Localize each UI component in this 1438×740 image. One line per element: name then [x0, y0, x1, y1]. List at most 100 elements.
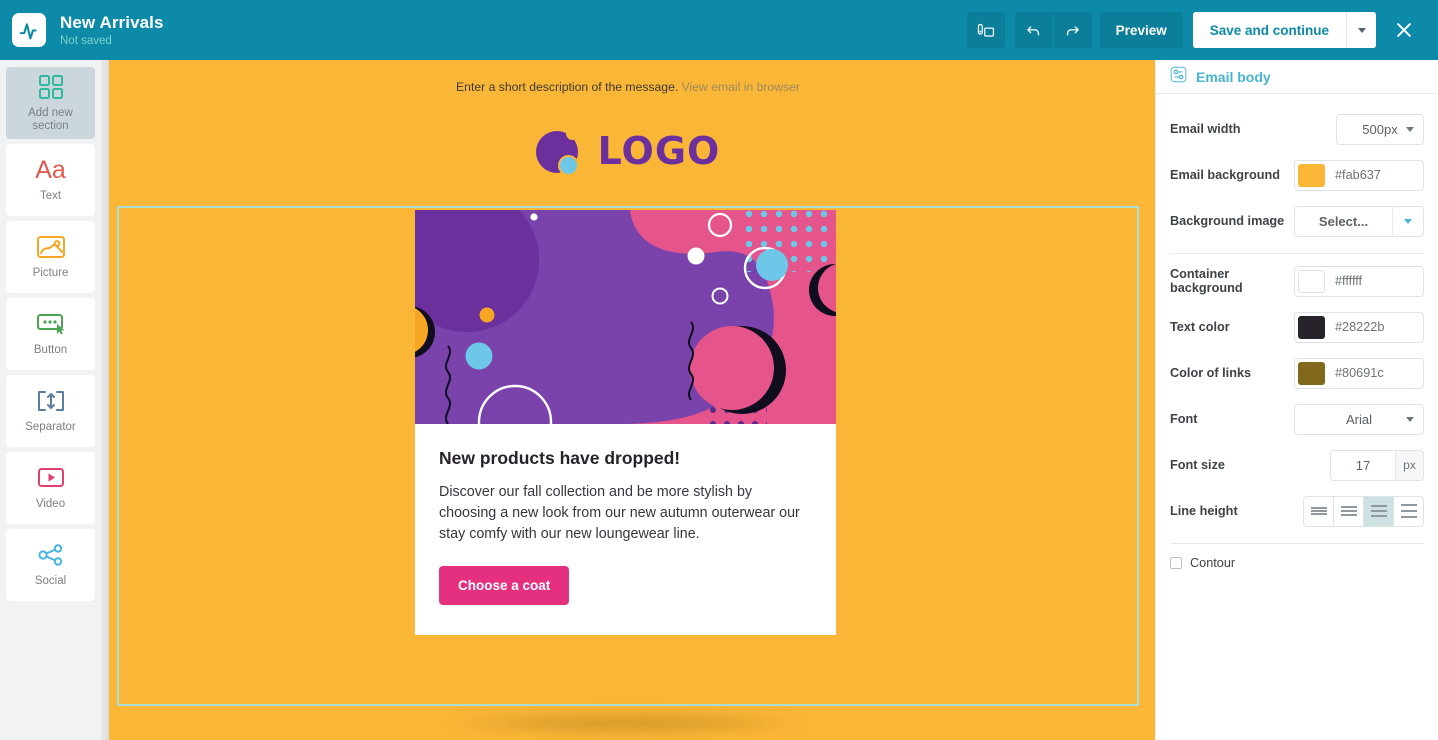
field-line-height: Line height	[1170, 488, 1424, 534]
line-height-option-2[interactable]	[1333, 495, 1364, 527]
email-width-select[interactable]: 500px	[1336, 113, 1424, 145]
email-logo-row[interactable]: LOGO	[101, 126, 1155, 176]
email-content-card[interactable]: New products have dropped! Discover our …	[415, 210, 836, 635]
sidebar-item-button[interactable]: Button	[6, 298, 95, 370]
field-label: Email background	[1170, 168, 1280, 182]
top-toolbar-actions: Preview Save and continue	[966, 10, 1438, 50]
preheader-row[interactable]: Enter a short description of the message…	[101, 60, 1155, 94]
contour-checkbox[interactable]	[1170, 557, 1182, 569]
panel-title: Email body	[1196, 68, 1271, 85]
email-body-panel-icon	[1170, 66, 1187, 88]
font-size-field[interactable]: px	[1330, 449, 1424, 481]
brand-text-block: New Arrivals Not saved	[60, 13, 164, 48]
top-toolbar: New Arrivals Not saved Preview Save and …	[0, 0, 1438, 60]
font-select[interactable]: Arial	[1294, 403, 1424, 435]
sidebar-item-social[interactable]: Social	[6, 529, 95, 601]
field-label: Color of links	[1170, 366, 1252, 380]
chevron-down-icon	[1406, 416, 1414, 422]
panel-divider	[1170, 253, 1424, 254]
field-color-of-links: Color of links #80691c	[1170, 350, 1424, 396]
save-and-continue-button[interactable]: Save and continue	[1192, 12, 1346, 48]
font-value: Arial	[1345, 411, 1372, 427]
email-width-value: 500px	[1362, 121, 1398, 137]
choose-a-coat-button[interactable]: Choose a coat	[439, 566, 570, 605]
app-root: New Arrivals Not saved Preview Save and …	[0, 0, 1438, 740]
panel-divider-2	[1170, 543, 1424, 544]
font-size-unit: px	[1395, 450, 1423, 480]
line-height-option-1[interactable]	[1303, 495, 1334, 527]
image-picture-icon	[36, 234, 66, 260]
abstract-circles-logo-icon	[535, 126, 588, 176]
sidebar-item-label: Separator	[25, 421, 76, 433]
field-container-background: Container background #ffffff	[1170, 258, 1424, 304]
sidebar-item-label: Add new section	[28, 106, 73, 132]
brand-logo[interactable]	[12, 13, 46, 47]
aa-text-icon: Aa	[35, 155, 66, 184]
background-image-dropdown-button[interactable]	[1392, 206, 1423, 236]
link-color-input[interactable]: #80691c	[1294, 357, 1424, 389]
field-font: Font Arial	[1170, 396, 1424, 442]
view-in-browser-link[interactable]: View email in browser	[682, 80, 800, 94]
save-status: Not saved	[60, 34, 112, 47]
button-cursor-icon	[36, 311, 66, 337]
sidebar-item-separator[interactable]: Separator	[6, 375, 95, 447]
redo-button[interactable]	[1053, 12, 1092, 48]
line-height-option-4[interactable]	[1393, 495, 1424, 527]
panel-body: Email width 500px Email background #fab6…	[1156, 94, 1438, 570]
hex-value: #28222b	[1335, 320, 1385, 334]
canvas-scrollbar[interactable]	[101, 60, 109, 740]
close-editor-button[interactable]	[1384, 10, 1424, 50]
field-label: Email width	[1170, 122, 1241, 136]
hex-value: #fab637	[1335, 168, 1381, 182]
undo-button[interactable]	[1014, 12, 1053, 48]
four-squares-grid-icon	[38, 74, 64, 100]
panel-header: Email body	[1156, 60, 1438, 94]
field-label: Font size	[1170, 458, 1225, 472]
design-tool-group	[966, 12, 1005, 48]
brush-and-square-icon	[977, 23, 995, 37]
sidebar-item-label: Button	[33, 344, 68, 356]
card-heading[interactable]: New products have dropped!	[439, 448, 812, 469]
redo-arrow-icon	[1067, 25, 1080, 35]
abstract-shapes-hero-illustration[interactable]	[415, 210, 836, 424]
sidebar-item-video[interactable]: Video	[6, 452, 95, 524]
field-contour[interactable]: Contour	[1170, 556, 1424, 570]
field-label: Font	[1170, 412, 1198, 426]
line-height-option-3[interactable]	[1363, 495, 1394, 527]
field-label: Text color	[1170, 320, 1230, 334]
card-body[interactable]: New products have dropped! Discover our …	[415, 424, 836, 635]
color-swatch[interactable]	[1298, 315, 1325, 339]
design-button[interactable]	[966, 12, 1005, 48]
left-tool-sidebar: Add new section Aa Text Picture Button S…	[0, 60, 101, 740]
sidebar-item-add-new-section[interactable]: Add new section	[6, 67, 95, 139]
field-font-size: Font size px	[1170, 442, 1424, 488]
color-swatch[interactable]	[1298, 269, 1325, 293]
text-color-input[interactable]: #28222b	[1294, 311, 1424, 343]
hex-value: #80691c	[1335, 366, 1384, 380]
line-height-button-group	[1303, 495, 1424, 527]
card-paragraph[interactable]: Discover our fall collection and be more…	[439, 482, 812, 545]
pulse-wave-logo-icon	[19, 22, 37, 39]
field-background-image: Background image Select...	[1170, 198, 1424, 244]
contour-label: Contour	[1190, 556, 1236, 570]
chevron-down-icon	[1404, 218, 1412, 224]
social-share-icon	[37, 542, 65, 568]
email-canvas[interactable]: Enter a short description of the message…	[101, 60, 1155, 740]
sidebar-item-label: Social	[34, 575, 67, 587]
sidebar-item-picture[interactable]: Picture	[6, 221, 95, 293]
background-image-select[interactable]: Select...	[1294, 205, 1424, 237]
save-options-button[interactable]	[1346, 12, 1376, 48]
container-background-color-input[interactable]: #ffffff	[1294, 265, 1424, 297]
chevron-down-icon	[1406, 126, 1414, 132]
color-swatch[interactable]	[1298, 163, 1325, 187]
sidebar-item-label: Picture	[32, 267, 69, 279]
preview-button[interactable]: Preview	[1099, 12, 1183, 48]
color-swatch[interactable]	[1298, 361, 1325, 385]
field-label: Background image	[1170, 214, 1285, 228]
logo-wordmark: LOGO	[597, 129, 721, 173]
separator-arrows-icon	[36, 388, 66, 414]
email-background-color-input[interactable]: #fab637	[1294, 159, 1424, 191]
sidebar-item-text[interactable]: Aa Text	[6, 144, 95, 216]
font-size-input[interactable]	[1331, 450, 1395, 480]
history-group	[1014, 12, 1092, 48]
